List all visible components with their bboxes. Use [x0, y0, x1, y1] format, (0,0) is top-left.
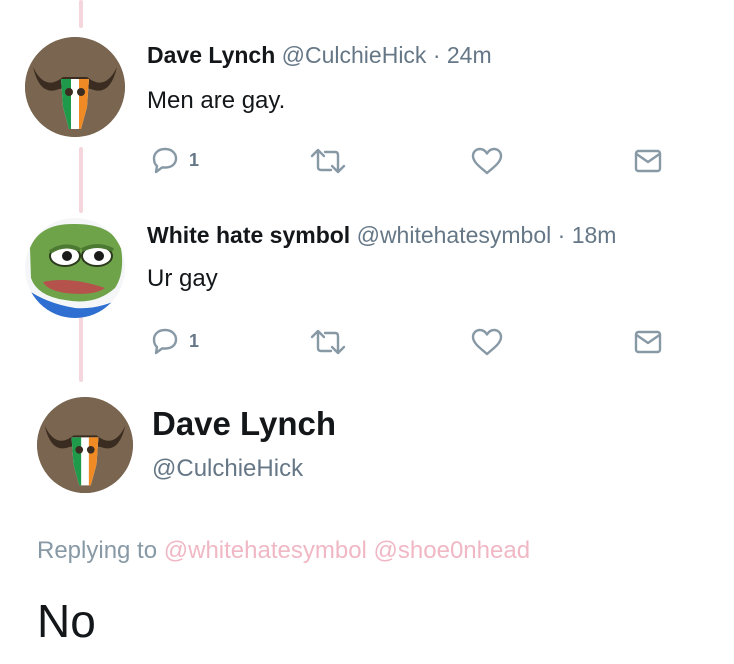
timestamp[interactable]: 24m — [447, 42, 492, 68]
author-name[interactable]: Dave Lynch — [152, 405, 336, 443]
thread-line-top — [79, 0, 83, 28]
reply-count: 1 — [189, 149, 200, 170]
direct-message-button[interactable] — [634, 330, 662, 354]
thread-line-bottom — [79, 316, 83, 382]
like-button[interactable] — [471, 328, 503, 356]
author-handle[interactable]: @CulchieHick — [282, 42, 427, 68]
reply-button[interactable]: 1 — [151, 146, 199, 174]
tweet-text: No — [37, 595, 96, 647]
envelope-icon — [634, 149, 662, 173]
envelope-icon — [634, 330, 662, 354]
tweet-header: Dave Lynch @CulchieHick · 24m — [147, 42, 492, 69]
author-handle[interactable]: @CulchieHick — [152, 455, 303, 483]
frog-icon — [25, 218, 125, 318]
replying-to-label: Replying to — [37, 537, 158, 564]
skull-irish-flag-icon — [25, 37, 125, 137]
reply-icon — [152, 328, 178, 355]
retweet-button[interactable] — [309, 329, 347, 355]
retweet-icon — [310, 148, 346, 174]
reply-icon — [152, 147, 178, 174]
avatar[interactable] — [25, 218, 125, 318]
author-name[interactable]: Dave Lynch — [147, 42, 275, 68]
timestamp[interactable]: 18m — [572, 222, 617, 248]
avatar[interactable] — [25, 37, 125, 137]
reply-count: 1 — [189, 330, 200, 351]
separator: · — [432, 42, 441, 68]
tweet-text: Men are gay. — [147, 87, 286, 114]
thread-line-mid — [79, 147, 83, 213]
retweet-icon — [310, 329, 346, 355]
retweet-button[interactable] — [309, 148, 347, 174]
skull-irish-flag-icon — [37, 397, 133, 493]
tweet-header: White hate symbol @whitehatesymbol · 18m — [147, 222, 616, 249]
like-button[interactable] — [471, 147, 503, 175]
heart-icon — [471, 147, 503, 175]
reply-button[interactable]: 1 — [151, 327, 199, 355]
mention-link[interactable]: @shoe0nhead — [374, 537, 531, 564]
avatar[interactable] — [37, 397, 133, 493]
author-handle[interactable]: @whitehatesymbol — [357, 222, 552, 248]
separator: · — [557, 222, 566, 248]
replying-to-line: Replying to @whitehatesymbol @shoe0nhead — [37, 537, 530, 565]
direct-message-button[interactable] — [634, 149, 662, 173]
mention-link[interactable]: @whitehatesymbol — [164, 537, 367, 564]
author-name[interactable]: White hate symbol — [147, 222, 350, 248]
tweet-text: Ur gay — [147, 265, 218, 292]
heart-icon — [471, 328, 503, 356]
